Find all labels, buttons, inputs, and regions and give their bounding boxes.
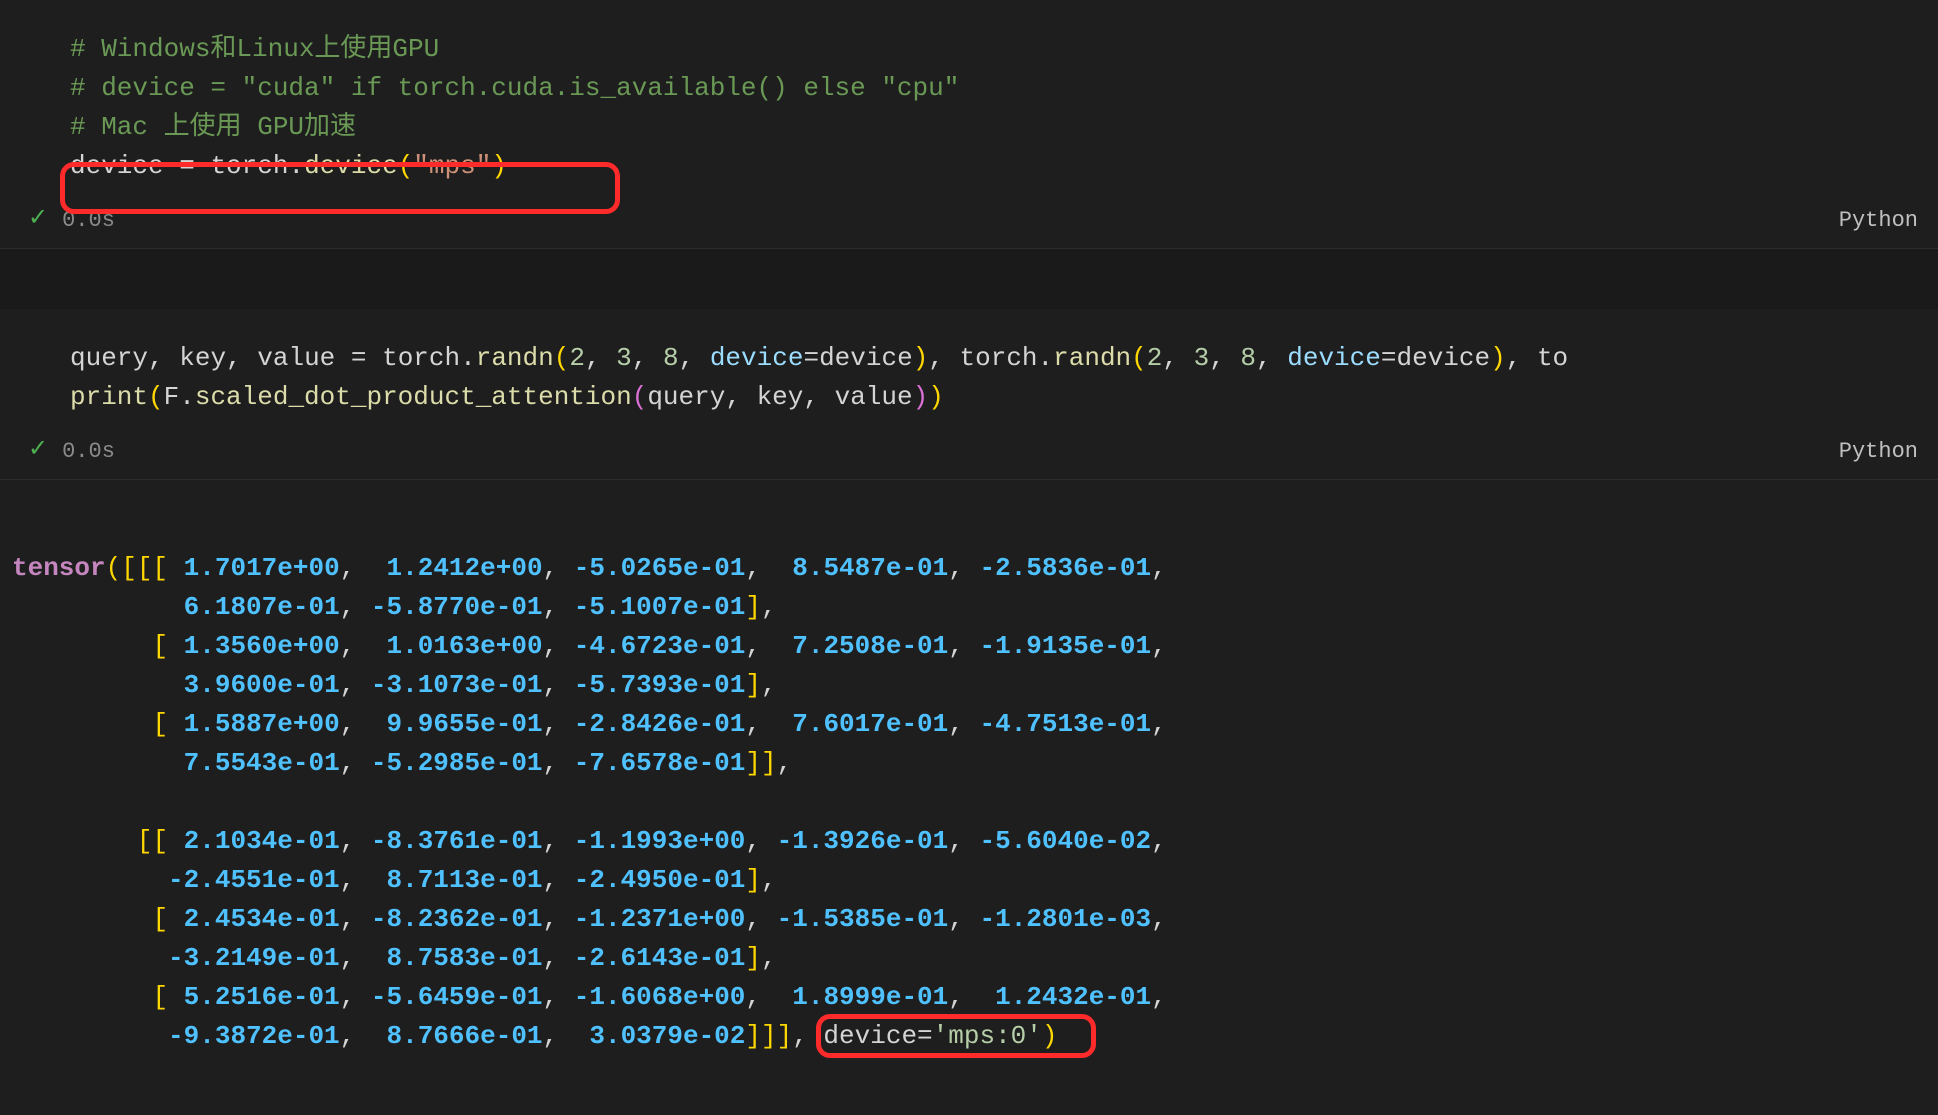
language-label[interactable]: Python xyxy=(1839,204,1918,237)
execution-time: 0.0s xyxy=(62,435,115,468)
code-editor-1[interactable]: # Windows和Linux上使用GPU # device = "cuda" … xyxy=(0,0,1938,196)
cell-output: tensor([[[ 1.7017e+00, 1.2412e+00, -5.02… xyxy=(0,480,1938,1115)
code-editor-2[interactable]: query, key, value = torch.randn(2, 3, 8,… xyxy=(0,309,1938,427)
cell-status-bar: ✓ 0.0s Python xyxy=(0,196,1938,248)
code-comment: # device = "cuda" if torch.cuda.is_avail… xyxy=(70,73,959,103)
tensor-values: 1.7017e+00, 1.2412e+00, -5.0265e-01, 8.5… xyxy=(12,553,1167,1051)
code-cell-1: # Windows和Linux上使用GPU # device = "cuda" … xyxy=(0,0,1938,249)
code-comment: # Mac 上使用 GPU加速 xyxy=(70,112,356,142)
cell-status-bar: ✓ 0.0s Python xyxy=(0,427,1938,479)
language-label[interactable]: Python xyxy=(1839,435,1918,468)
tensor-label: tensor xyxy=(12,553,106,583)
check-icon: ✓ xyxy=(28,202,48,238)
code-comment: # Windows和Linux上使用GPU xyxy=(70,34,439,64)
code-ident: device xyxy=(70,151,164,181)
cell-gap xyxy=(0,249,1938,309)
execution-time: 0.0s xyxy=(62,204,115,237)
code-cell-2: query, key, value = torch.randn(2, 3, 8,… xyxy=(0,309,1938,480)
check-icon: ✓ xyxy=(28,433,48,469)
